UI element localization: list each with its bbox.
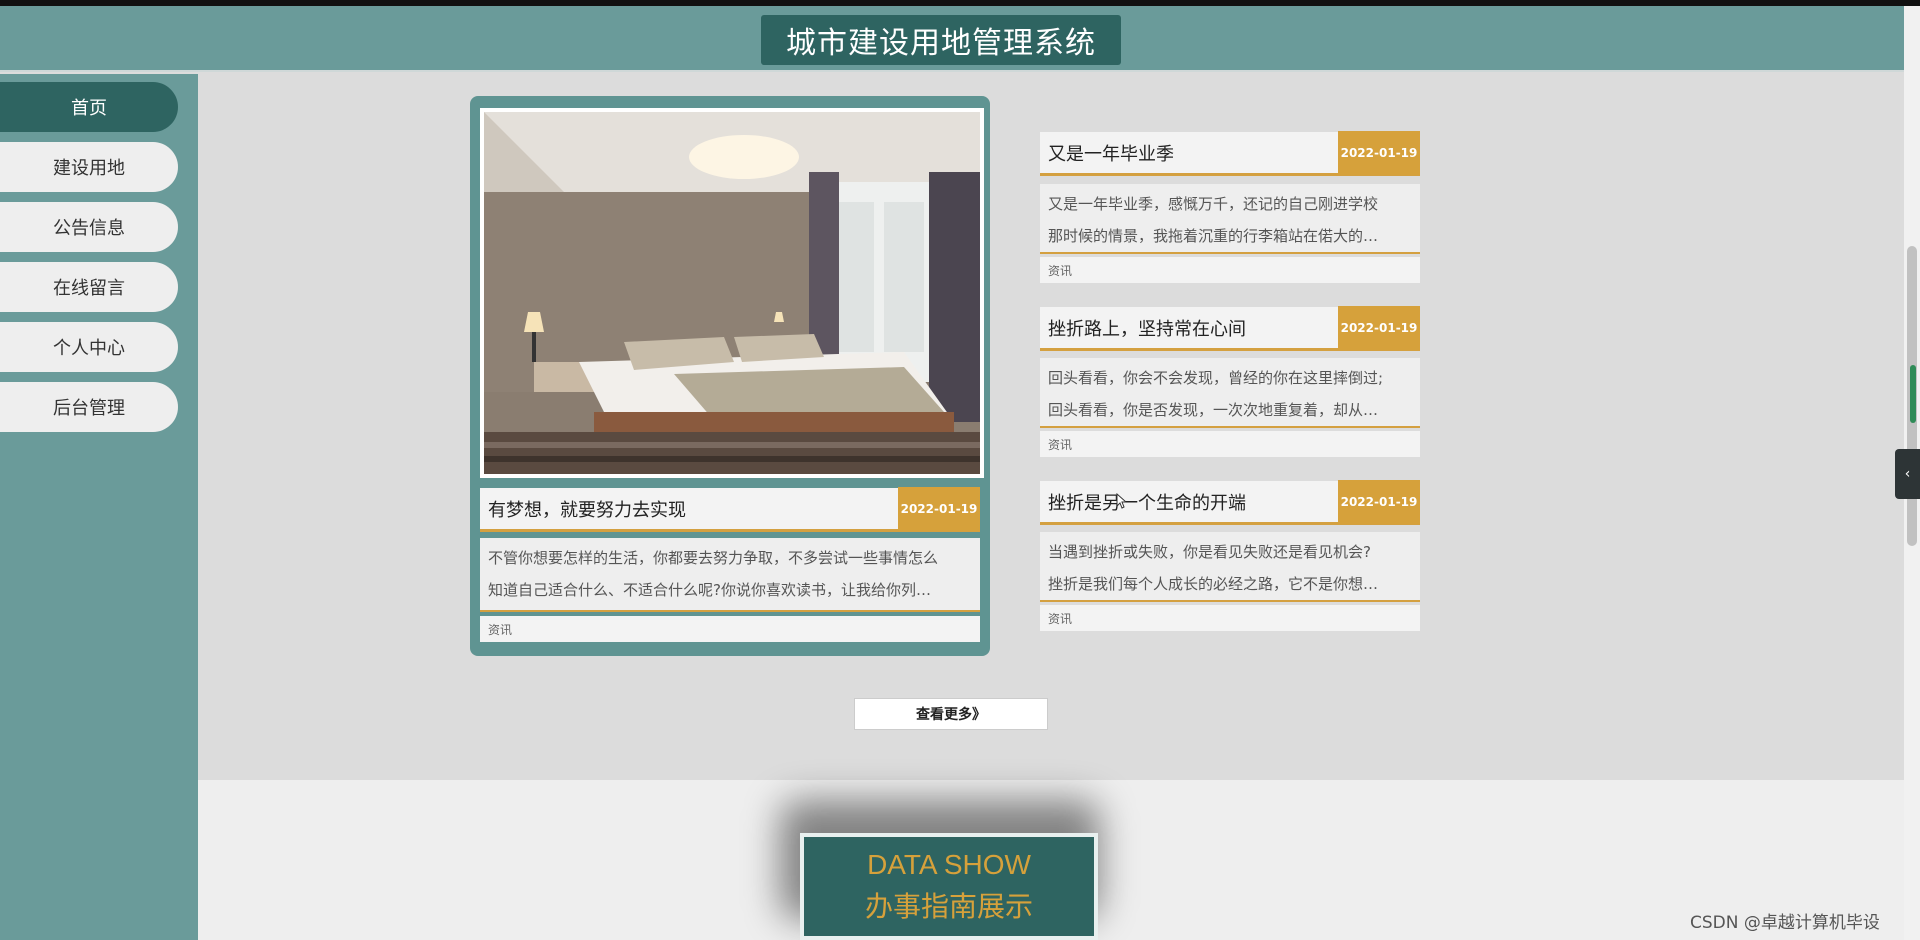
news-item-title[interactable]: 挫折路上，坚持常在心间 [1040,315,1338,341]
nav-label: 建设用地 [53,158,125,179]
chevron-left-icon: ‹ [1904,466,1911,482]
site-title: 城市建设用地管理系统 [786,26,1096,61]
nav-announcements[interactable]: 公告信息 [0,202,178,252]
summary-line: 挫折是我们每个人成长的必经之路，它不是你想… [1048,575,1379,593]
summary-line: 当遇到挫折或失败，你是看见失败还是看见机会? [1048,543,1371,561]
summary-line: 又是一年毕业季，感慨万千，还记的自己刚进学校 [1048,195,1379,213]
news-item-title-bar[interactable]: 挫折路上，坚持常在心间 2022-01-19 [1040,305,1420,351]
summary-line: 不管你想要怎样的生活，你都要去努力争取，不多尝试一些事情怎么 [488,549,939,567]
news-item-summary: 当遇到挫折或失败，你是看见失败还是看见机会? 挫折是我们每个人成长的必经之路，它… [1040,532,1420,602]
news-item-title-bar[interactable]: 挫折是另一个生命的开端 2022-01-19 [1040,479,1420,525]
data-show-title-cn: 办事指南展示 [864,889,1033,923]
nav-online-message[interactable]: 在线留言 [0,262,178,312]
news-item-summary: 又是一年毕业季，感慨万千，还记的自己刚进学校 那时候的情景，我拖着沉重的行李箱站… [1040,184,1420,254]
summary-line: 那时候的情景，我拖着沉重的行李箱站在偌大的… [1048,227,1379,245]
view-more-button[interactable]: 查看更多》 [854,698,1048,730]
featured-news-title[interactable]: 有梦想，就要努力去实现 [480,496,898,522]
news-item-tag: 资讯 [1040,431,1420,457]
news-item-date: 2022-01-19 [1338,305,1420,350]
news-item-title-bar[interactable]: 又是一年毕业季 2022-01-19 [1040,130,1420,176]
nav-personal-center[interactable]: 个人中心 [0,322,178,372]
featured-news-card[interactable]: 有梦想，就要努力去实现 2022-01-19 不管你想要怎样的生活，你都要去努力… [470,96,990,656]
nav-label: 首页 [71,98,107,119]
nav-admin[interactable]: 后台管理 [0,382,178,432]
featured-news-title-bar[interactable]: 有梦想，就要努力去实现 2022-01-19 [480,486,980,532]
news-item-date: 2022-01-19 [1338,479,1420,524]
mouse-cursor-icon [1116,493,1126,509]
watermark: CSDN @卓越计算机毕设 [1690,913,1880,933]
data-show-title-en: DATA SHOW [867,848,1031,880]
news-item-title[interactable]: 又是一年毕业季 [1040,140,1338,166]
featured-news-summary: 不管你想要怎样的生活，你都要去努力争取，不多尝试一些事情怎么 知道自己适合什么、… [480,538,980,612]
nav-label: 个人中心 [53,338,125,359]
bedroom-photo [484,112,980,474]
side-panel-toggle[interactable]: ‹ [1895,449,1920,499]
scroll-indicator [1910,365,1916,423]
news-item-tag: 资讯 [1040,257,1420,283]
featured-news-date: 2022-01-19 [898,486,980,531]
nav-construction-land[interactable]: 建设用地 [0,142,178,192]
header: 城市建设用地管理系统 [0,6,1904,72]
summary-line: 知道自己适合什么、不适合什么呢?你说你喜欢读书，让我给你列… [488,581,931,599]
news-item-title[interactable]: 挫折是另一个生命的开端 [1040,489,1338,515]
nav-label: 后台管理 [53,398,125,419]
news-item-tag: 资讯 [1040,605,1420,631]
featured-news-tag: 资讯 [480,616,980,642]
featured-news-image[interactable] [480,108,984,478]
data-show-banner: DATA SHOW 办事指南展示 [800,833,1098,940]
nav-home[interactable]: 首页 [0,82,178,132]
summary-line: 回头看看，你是否发现，一次次地重复着，却从… [1048,401,1379,419]
summary-line: 回头看看，你会不会发现，曾经的你在这里摔倒过; [1048,369,1384,387]
sidebar: 首页 建设用地 公告信息 在线留言 个人中心 后台管理 [0,74,198,940]
nav-label: 公告信息 [53,218,125,239]
news-item-date: 2022-01-19 [1338,130,1420,175]
site-title-box: 城市建设用地管理系统 [761,15,1121,65]
news-item-summary: 回头看看，你会不会发现，曾经的你在这里摔倒过; 回头看看，你是否发现，一次次地重… [1040,358,1420,428]
nav-label: 在线留言 [53,278,125,299]
